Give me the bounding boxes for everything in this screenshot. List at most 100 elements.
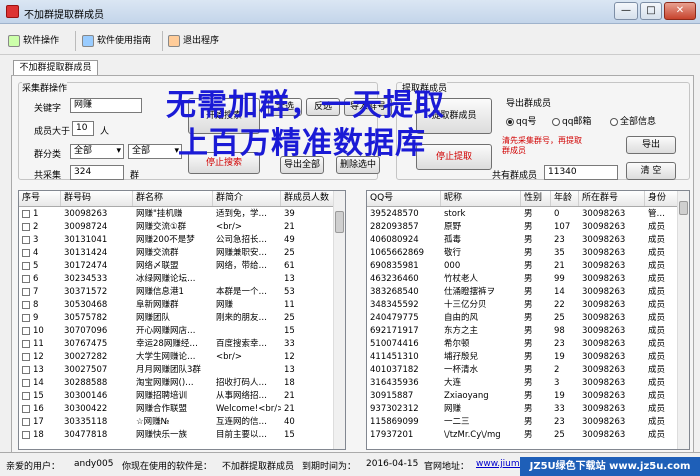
checkbox[interactable]: [22, 404, 30, 413]
table-cell: 成员: [648, 378, 666, 388]
table-row[interactable]: 10 30707096 开心网赚网店… 15: [19, 325, 335, 338]
table-row[interactable]: 14 30288588 淘宝网赚网()… 招收打码人… 18: [19, 377, 335, 390]
col-nickname[interactable]: 昵称: [441, 191, 521, 206]
stop-extract-button[interactable]: 停止提取: [416, 144, 492, 170]
table-cell: 282093857: [370, 222, 419, 232]
table-row[interactable]: 690835981 000 男 21 30098263 成员: [367, 260, 679, 273]
subcategory-select[interactable]: 全部 ▾: [128, 144, 182, 159]
table-row[interactable]: 15 30300146 网赚招聘培训 从事网络招… 21: [19, 390, 335, 403]
export-button[interactable]: 导出: [626, 136, 676, 154]
table-row[interactable]: 8 30530468 阜新网赚群 网赚 11: [19, 299, 335, 312]
col-group-intro[interactable]: 群简介: [213, 191, 281, 206]
radio-all[interactable]: 全部信息: [610, 114, 656, 127]
table-row[interactable]: 348345592 十三亿分贝 男 22 30098263 成员: [367, 299, 679, 312]
table-row[interactable]: 17 30335118 ☆网赚№ 互连网的信… 40: [19, 416, 335, 429]
table-row[interactable]: 17937201 \/tzMr.Cy\/mg 男 25 30098263 成员: [367, 429, 679, 442]
table-cell: 15: [19, 390, 61, 403]
table-row[interactable]: 395248570 stork 男 0 30098263 管…: [367, 208, 679, 221]
table-row[interactable]: 401037182 一杯清水 男 2 30098263 成员: [367, 364, 679, 377]
col-group-no[interactable]: 群号码: [61, 191, 133, 206]
checkbox[interactable]: [22, 248, 30, 257]
col-age[interactable]: 年龄: [551, 191, 579, 206]
table-row[interactable]: 692171917 东方之主 男 98 30098263 成员: [367, 325, 679, 338]
table-row[interactable]: 2 30098724 网赚交流①群 <br/> 21: [19, 221, 335, 234]
table-row[interactable]: 115869099 一二三 男 23 30098263 成员: [367, 416, 679, 429]
table-row[interactable]: 13 30027507 月月网赚团队3群 13: [19, 364, 335, 377]
group-table-scrollbar[interactable]: [333, 191, 345, 449]
col-group[interactable]: 所在群号: [579, 191, 645, 206]
tab-extract-members[interactable]: 不加群提取群成员: [13, 60, 98, 76]
checkbox[interactable]: [22, 261, 30, 270]
minimize-button[interactable]: —: [614, 2, 638, 20]
members-gt-input[interactable]: 10: [72, 121, 94, 136]
table-row[interactable]: 18 30477818 网赚快乐一族 目前主要以… 15: [19, 429, 335, 442]
col-gender[interactable]: 性别: [521, 191, 551, 206]
table-row[interactable]: 383268540 仕涌瞪摆裤ヲ 男 14 30098263 成员: [367, 286, 679, 299]
checkbox[interactable]: [22, 352, 30, 361]
menu-exit[interactable]: 退出程序: [168, 33, 219, 49]
table-row[interactable]: 5 30172474 网络〆联盟 网络，带给… 61: [19, 260, 335, 273]
checkbox[interactable]: [22, 430, 30, 439]
radio-qq[interactable]: qq号: [506, 114, 536, 127]
col-group-name[interactable]: 群名称: [133, 191, 213, 206]
table-row[interactable]: 510074416 希尔顿 男 23 30098263 成员: [367, 338, 679, 351]
table-cell: 30288588: [64, 378, 108, 388]
checkbox[interactable]: [22, 222, 30, 231]
clear-button[interactable]: 清 空: [626, 162, 676, 180]
table-row[interactable]: 411451310 埔孖殷兒 男 19 30098263 成员: [367, 351, 679, 364]
table-cell: 30300422: [64, 404, 108, 414]
table-cell: 15: [284, 326, 295, 336]
checkbox[interactable]: [22, 300, 30, 309]
category-select[interactable]: 全部 ▾: [70, 144, 124, 159]
menu-guide[interactable]: 软件使用指南: [82, 33, 151, 49]
checkbox[interactable]: [22, 274, 30, 283]
table-row[interactable]: 7 30371572 网赚信息港1 本群是一个… 53: [19, 286, 335, 299]
checkbox[interactable]: [22, 287, 30, 296]
close-button[interactable]: ✕: [664, 2, 696, 20]
table-row[interactable]: 11 30767475 幸运28网赚经… 百度搜索幸… 33: [19, 338, 335, 351]
keyword-input[interactable]: 网赚: [70, 98, 142, 113]
table-row[interactable]: 4 30131424 网赚交流群 网赚兼职安… 25: [19, 247, 335, 260]
maximize-button[interactable]: □: [640, 2, 662, 20]
table-cell: 98: [554, 326, 565, 336]
table-row[interactable]: 240479775 自由的风 男 25 30098263 成员: [367, 312, 679, 325]
table-cell: 53: [284, 287, 295, 297]
table-row[interactable]: 16 30300422 网赚合作联盟 Welcome!<br/> 21: [19, 403, 335, 416]
table-row[interactable]: 3 30131041 网赚200不是梦 公司急招长… 49: [19, 234, 335, 247]
checkbox[interactable]: [22, 365, 30, 374]
table-row[interactable]: 12 30027282 大学生网赚论… <br/> 12: [19, 351, 335, 364]
table-row[interactable]: 30915887 Zxiaoyang 男 19 30098263 成员: [367, 390, 679, 403]
checkbox[interactable]: [22, 235, 30, 244]
table-cell: 互连网的信…: [216, 417, 268, 427]
table-cell: 401037182: [370, 365, 419, 375]
table-row[interactable]: 406080924 孤毒 男 23 30098263 成员: [367, 234, 679, 247]
table-cell: 成员: [648, 352, 666, 362]
table-row[interactable]: 1065662869 敬行 男 35 30098263 成员: [367, 247, 679, 260]
member-table-scrollbar[interactable]: [677, 191, 689, 449]
table-row[interactable]: 1 30098263 网赚"挂机赚 适到免，学… 39: [19, 208, 335, 221]
col-member-count[interactable]: 群成员人数: [281, 191, 335, 206]
table-row[interactable]: 9 30575782 网赚团队 刚来的朋友… 25: [19, 312, 335, 325]
table-row[interactable]: 282093857 原野 男 107 30098263 成员: [367, 221, 679, 234]
radio-mail[interactable]: qq邮箱: [552, 114, 591, 127]
checkbox[interactable]: [22, 209, 30, 218]
menu-software-ops[interactable]: 软件操作: [8, 33, 59, 49]
table-row[interactable]: 937302312 网赚 男 33 30098263 成员: [367, 403, 679, 416]
table-cell: 463236460: [370, 274, 419, 284]
checkbox[interactable]: [22, 339, 30, 348]
col-qq[interactable]: QQ号: [367, 191, 441, 206]
checkbox[interactable]: [22, 391, 30, 400]
scroll-thumb[interactable]: [335, 211, 344, 233]
scroll-thumb[interactable]: [679, 201, 688, 215]
checkbox[interactable]: [22, 378, 30, 387]
col-index[interactable]: 序号: [19, 191, 61, 206]
checkbox[interactable]: [22, 313, 30, 322]
col-role[interactable]: 身份: [645, 191, 679, 206]
table-cell: 目前主要以…: [216, 430, 268, 440]
checkbox[interactable]: [22, 417, 30, 426]
table-row[interactable]: 463236460 竹杖老人 男 99 30098263 成员: [367, 273, 679, 286]
checkbox[interactable]: [22, 326, 30, 335]
table-cell: 30098263: [582, 430, 626, 440]
table-row[interactable]: 316435936 大连 男 3 30098263 成员: [367, 377, 679, 390]
table-row[interactable]: 6 30234533 冰绿网赚论坛… 13: [19, 273, 335, 286]
